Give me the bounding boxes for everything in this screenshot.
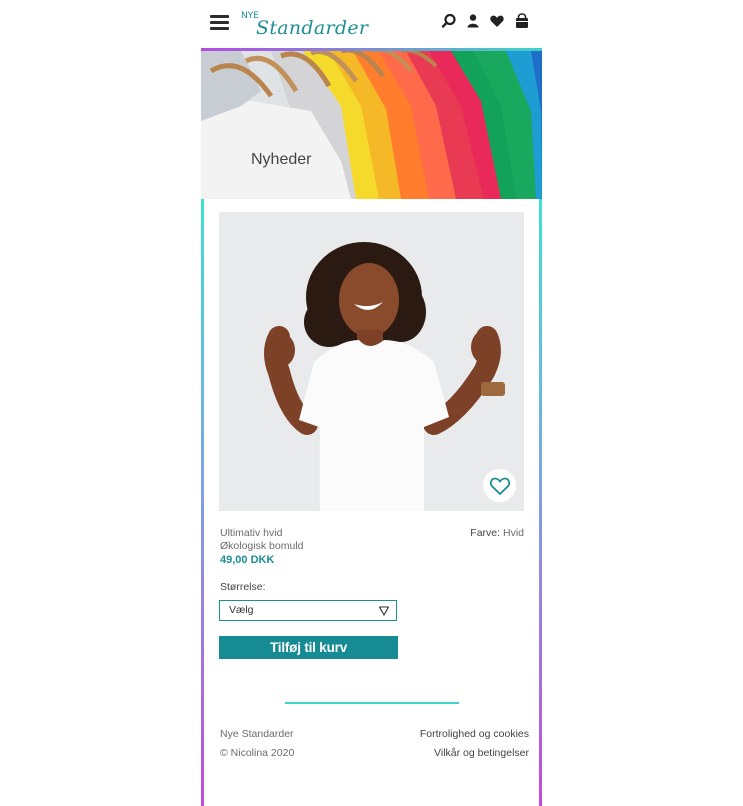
hero-banner: Nyheder	[201, 51, 542, 199]
footer-copyright: © Nicolina 2020	[220, 747, 295, 759]
color-info: Farve: Hvid	[470, 527, 524, 539]
footer-brand: Nye Standarder	[220, 728, 294, 740]
product-photo	[219, 212, 524, 511]
favorite-button[interactable]	[483, 469, 516, 502]
size-select[interactable]: Vælg	[219, 600, 397, 621]
size-label: Størrelse:	[220, 581, 266, 593]
mobile-page: NYE Standarder Nyheder Ultimativ hvid Øk…	[201, 0, 542, 806]
gradient-border-left	[201, 199, 204, 806]
user-icon[interactable]	[465, 13, 481, 29]
product-image[interactable]	[219, 212, 524, 511]
footer-divider	[285, 702, 459, 704]
chevron-down-icon	[379, 606, 389, 616]
color-label: Farve:	[470, 527, 501, 539]
color-value: Hvid	[502, 527, 524, 539]
menu-icon[interactable]	[210, 15, 229, 30]
gradient-border-right	[539, 199, 542, 806]
hanging-shirts-image	[201, 51, 542, 199]
hero-title: Nyheder	[251, 151, 312, 168]
size-select-value: Vælg	[229, 604, 254, 616]
product-name: Ultimativ hvid	[220, 527, 283, 539]
privacy-link[interactable]: Fortrolighed og cookies	[420, 728, 529, 740]
terms-link[interactable]: Vilkår og betingelser	[434, 747, 529, 759]
site-header: NYE Standarder	[201, 0, 542, 51]
bag-icon[interactable]	[514, 13, 530, 29]
logo-main-text: Standarder	[256, 17, 369, 39]
heart-outline-icon	[489, 477, 510, 495]
product-material: Økologisk bomuld	[220, 540, 304, 552]
product-price: 49,00 DKK	[220, 554, 275, 566]
heart-icon[interactable]	[489, 13, 505, 29]
add-to-cart-button[interactable]: Tilføj til kurv	[219, 636, 398, 659]
search-icon[interactable]	[441, 13, 457, 29]
